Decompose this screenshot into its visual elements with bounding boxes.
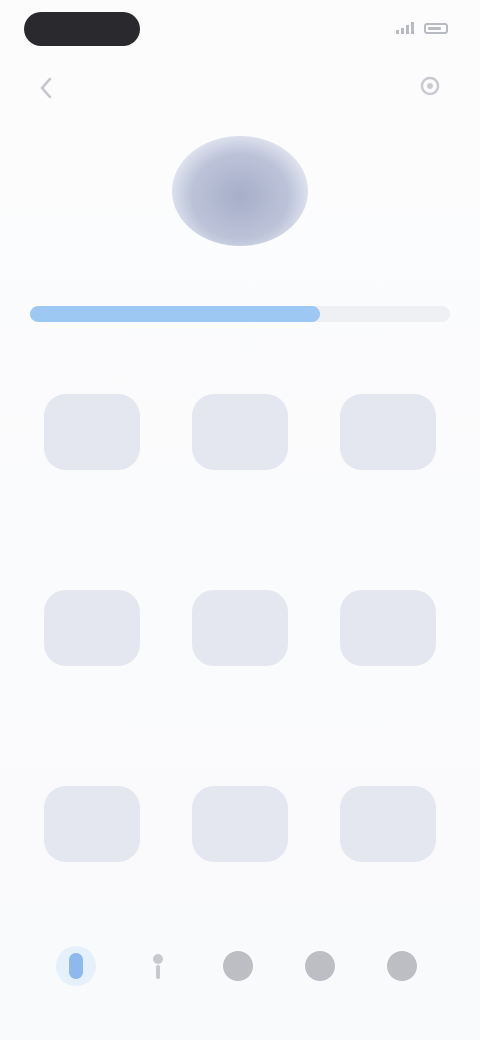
- status-bar: [0, 0, 480, 64]
- progress-fill: [30, 306, 320, 322]
- home-icon: [56, 946, 96, 986]
- bottom-nav: [0, 930, 480, 1040]
- nav-item-profile[interactable]: [372, 946, 432, 1016]
- chevron-left-icon: [40, 77, 52, 99]
- grid-tile[interactable]: [328, 772, 448, 898]
- grid-icon: [300, 946, 340, 986]
- progress-bar: [30, 306, 450, 322]
- grid-tile[interactable]: [180, 576, 300, 702]
- tile-icon: [340, 786, 436, 862]
- avatar-icon[interactable]: [172, 136, 308, 246]
- chat-icon: [218, 946, 258, 986]
- nav-item-chat[interactable]: [208, 946, 268, 1016]
- grid-tile[interactable]: [180, 380, 300, 506]
- nav-header: [0, 64, 480, 114]
- dynamic-island-pill: [24, 12, 140, 46]
- grid-tile[interactable]: [32, 380, 152, 506]
- settings-icon: [420, 76, 440, 96]
- signal-icon: [396, 22, 414, 34]
- nav-item-person[interactable]: [128, 946, 188, 1016]
- feature-grid: [32, 380, 448, 898]
- tile-icon: [340, 394, 436, 470]
- tile-icon: [192, 394, 288, 470]
- profile-icon: [382, 946, 422, 986]
- back-button[interactable]: [30, 72, 62, 104]
- grid-tile[interactable]: [180, 772, 300, 898]
- status-icons: [388, 22, 448, 34]
- grid-tile[interactable]: [328, 576, 448, 702]
- tile-icon: [44, 590, 140, 666]
- app-screen: [0, 0, 480, 1040]
- tile-icon: [44, 786, 140, 862]
- tile-icon: [340, 590, 436, 666]
- settings-button[interactable]: [414, 70, 446, 102]
- grid-tile[interactable]: [32, 576, 152, 702]
- tile-icon: [44, 394, 140, 470]
- grid-tile[interactable]: [328, 380, 448, 506]
- nav-item-grid[interactable]: [290, 946, 350, 1016]
- tile-icon: [192, 786, 288, 862]
- nav-item-home[interactable]: [46, 946, 106, 1016]
- grid-tile[interactable]: [32, 772, 152, 898]
- person-icon: [138, 946, 178, 986]
- battery-icon: [424, 22, 448, 34]
- tile-icon: [192, 590, 288, 666]
